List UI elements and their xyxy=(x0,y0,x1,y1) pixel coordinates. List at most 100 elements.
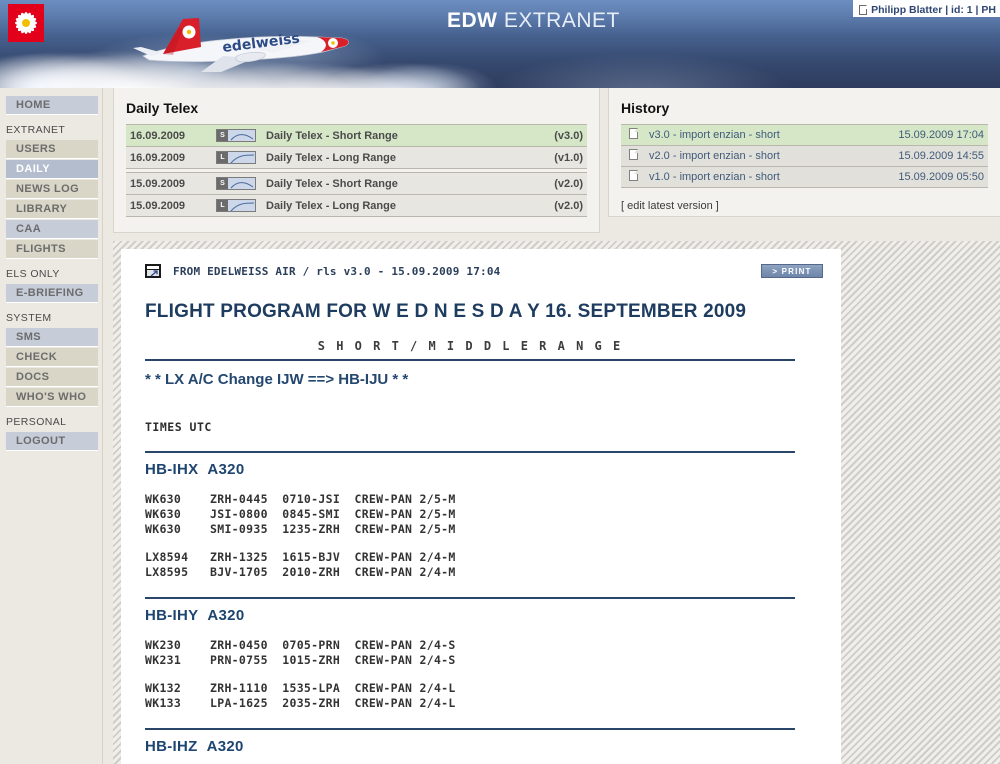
section-divider xyxy=(145,451,795,453)
short-range-icon: S xyxy=(216,129,256,142)
sidebar-item-news-log[interactable]: NEWS LOG xyxy=(6,180,98,199)
leg-group: WK630 ZRH-0445 0710-JSI CREW-PAN 2/5-M W… xyxy=(145,492,823,580)
airplane-image: edelweiss xyxy=(133,18,349,72)
telex-icon-label: S xyxy=(217,178,228,189)
telex-range-icon-cell: S xyxy=(212,172,262,195)
history-timestamp: 15.09.2009 17:04 xyxy=(858,124,988,146)
print-button[interactable]: > PRINT xyxy=(761,264,823,278)
sidebar-item-daily[interactable]: DAILY xyxy=(6,160,98,179)
history-title: History xyxy=(621,100,670,116)
flight-leg: WK230 ZRH-0450 0705-PRN CREW-PAN 2/4-S xyxy=(145,638,456,652)
telex-range-icon-cell: L xyxy=(212,146,262,169)
table-row[interactable]: 16.09.2009 L Daily Telex - Long Range (v… xyxy=(126,146,587,169)
table-row[interactable]: 15.09.2009 S Daily Telex - Short Range (… xyxy=(126,172,587,195)
sidebar-section-els-only: ELS ONLY xyxy=(6,268,60,280)
sidebar-item-e-briefing[interactable]: E-BRIEFING xyxy=(6,284,98,303)
telex-name: Daily Telex - Short Range xyxy=(262,172,520,195)
page-title: EDW EXTRANET xyxy=(447,9,620,33)
telex-name: Daily Telex - Long Range xyxy=(262,194,520,217)
aircraft-type: A320 xyxy=(207,461,245,478)
edelweiss-logo xyxy=(8,4,44,42)
flight-profile-glyph xyxy=(230,134,254,141)
telex-range-icon-cell: L xyxy=(212,194,262,217)
flight-profile-glyph xyxy=(230,182,254,189)
aircraft-registration: HB-IHZ xyxy=(145,738,198,755)
history-label: v2.0 - import enzian - short xyxy=(645,145,858,167)
user-info-bar[interactable]: Philipp Blatter | id: 1 | PH xyxy=(853,0,1000,17)
aircraft-title: HB-IHY A320 xyxy=(145,607,823,624)
popup-window-icon[interactable] xyxy=(145,264,161,278)
leg-gap xyxy=(145,537,823,550)
table-row[interactable]: v3.0 - import enzian - short 15.09.2009 … xyxy=(621,124,988,146)
sidebar-item-library[interactable]: LIBRARY xyxy=(6,200,98,219)
table-row[interactable]: 16.09.2009 S Daily Telex - Short Range (… xyxy=(126,124,587,147)
daily-telex-title: Daily Telex xyxy=(126,100,199,116)
aircraft-registration: HB-IHY xyxy=(145,607,199,624)
sidebar-section-extranet: EXTRANET xyxy=(6,124,66,136)
leg-gap xyxy=(145,668,823,681)
sidebar: HOME EXTRANET USERS DAILY NEWS LOG LIBRA… xyxy=(0,88,103,764)
flight-leg: WK231 PRN-0755 1015-ZRH CREW-PAN 2/4-S xyxy=(145,653,456,667)
site-header: edelweiss EDW EXTRANET Philipp Blatter |… xyxy=(0,0,1000,88)
table-row[interactable]: v2.0 - import enzian - short 15.09.2009 … xyxy=(621,145,988,167)
telex-icon-label: L xyxy=(217,200,228,211)
sidebar-item-flights[interactable]: FLIGHTS xyxy=(6,240,98,259)
flight-profile-glyph xyxy=(230,154,255,164)
sidebar-item-docs[interactable]: DOCS xyxy=(6,368,98,387)
sidebar-section-personal: PERSONAL xyxy=(6,416,67,428)
daily-telex-panel: Daily Telex 16.09.2009 S Daily Telex - S… xyxy=(113,88,600,233)
aircraft-change-note: * * LX A/C Change IJW ==> HB-IJU * * xyxy=(145,371,409,388)
document-header: FROM EDELWEISS AIR / rls v3.0 - 15.09.20… xyxy=(145,261,823,281)
sidebar-item-sms[interactable]: SMS xyxy=(6,328,98,347)
times-utc-label: TIMES UTC xyxy=(145,420,212,434)
section-divider xyxy=(145,597,795,599)
flight-leg: WK630 ZRH-0445 0710-JSI CREW-PAN 2/5-M xyxy=(145,492,456,506)
flight-leg: WK132 ZRH-1110 1535-LPA CREW-PAN 2/4-L xyxy=(145,681,456,695)
sidebar-item-caa[interactable]: CAA xyxy=(6,220,98,239)
edit-latest-version-link[interactable]: [ edit latest version ] xyxy=(621,200,988,212)
telex-version: (v1.0) xyxy=(519,146,587,169)
telex-range-icon-cell: S xyxy=(212,124,262,147)
sidebar-item-logout[interactable]: LOGOUT xyxy=(6,432,98,451)
telex-version: (v2.0) xyxy=(519,172,587,195)
document-icon xyxy=(628,128,638,139)
sidebar-section-system: SYSTEM xyxy=(6,312,52,324)
flight-leg: WK630 SMI-0935 1235-ZRH CREW-PAN 2/5-M xyxy=(145,522,456,536)
history-panel: History v3.0 - import enzian - short 15.… xyxy=(608,88,1000,217)
document-icon xyxy=(628,149,638,160)
aircraft-title: HB-IHZ A320 xyxy=(145,738,823,755)
long-range-icon: L xyxy=(216,151,256,164)
history-timestamp: 15.09.2009 14:55 xyxy=(858,145,988,167)
aircraft-type: A320 xyxy=(206,738,244,755)
sidebar-item-check[interactable]: CHECK xyxy=(6,348,98,367)
telex-name: Daily Telex - Short Range xyxy=(262,124,520,147)
aircraft-type: A320 xyxy=(207,607,245,624)
telex-version: (v3.0) xyxy=(519,124,587,147)
history-table: v3.0 - import enzian - short 15.09.2009 … xyxy=(621,124,988,188)
range-label: S H O R T / M I D D L E R A N G E xyxy=(145,339,795,361)
aircraft-title: HB-IHX A320 xyxy=(145,461,823,478)
table-row[interactable]: 15.09.2009 L Daily Telex - Long Range (v… xyxy=(126,194,587,217)
table-row[interactable]: v1.0 - import enzian - short 15.09.2009 … xyxy=(621,166,988,188)
site-title-brand: EDW xyxy=(447,9,498,32)
short-range-icon: S xyxy=(216,177,256,190)
arrow-out-glyph xyxy=(150,270,158,277)
history-label: v1.0 - import enzian - short xyxy=(645,166,858,188)
document-source-line: FROM EDELWEISS AIR / rls v3.0 - 15.09.20… xyxy=(173,264,501,278)
history-icon-cell xyxy=(621,166,645,188)
panels-row: Daily Telex 16.09.2009 S Daily Telex - S… xyxy=(113,88,1000,233)
site-title-suffix: EXTRANET xyxy=(497,9,620,32)
long-range-icon: L xyxy=(216,199,256,212)
telex-date: 15.09.2009 xyxy=(126,172,212,195)
sidebar-item-home[interactable]: HOME xyxy=(6,96,98,115)
sidebar-item-whos-who[interactable]: WHO'S WHO xyxy=(6,388,98,407)
section-divider xyxy=(145,728,795,730)
flight-leg: WK133 LPA-1625 2035-ZRH CREW-PAN 2/4-L xyxy=(145,696,456,710)
telex-date: 15.09.2009 xyxy=(126,194,212,217)
daily-telex-table: 16.09.2009 S Daily Telex - Short Range (… xyxy=(126,124,587,217)
history-icon-cell xyxy=(621,145,645,167)
page-body: HOME EXTRANET USERS DAILY NEWS LOG LIBRA… xyxy=(0,88,1000,764)
flight-leg: LX8594 ZRH-1325 1615-BJV CREW-PAN 2/4-M xyxy=(145,550,456,564)
telex-date: 16.09.2009 xyxy=(126,124,212,147)
sidebar-item-users[interactable]: USERS xyxy=(6,140,98,159)
